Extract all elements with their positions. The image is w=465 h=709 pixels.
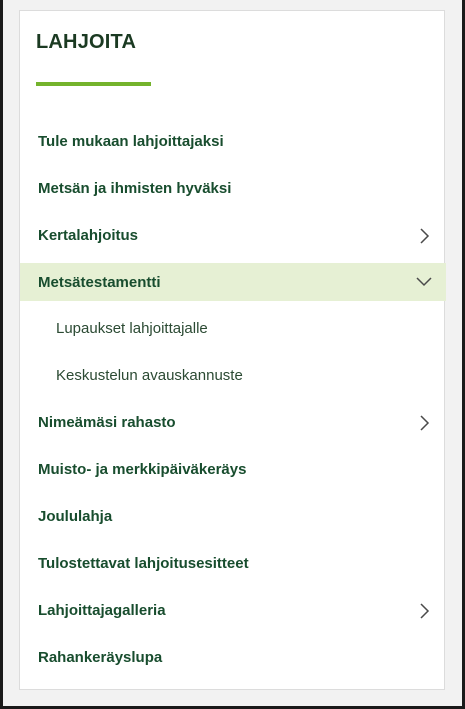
- chevron-right-icon[interactable]: [414, 601, 434, 621]
- sidebar-item-label: Muisto- ja merkkipäiväkeräys: [38, 461, 247, 478]
- chevron-right-icon[interactable]: [414, 226, 434, 246]
- sidebar-subitem-keskustelun[interactable]: Keskustelun avauskannuste: [20, 352, 446, 399]
- sidebar-item-label: Joululahja: [38, 508, 113, 525]
- sidebar-item-lahjoittajagalleria[interactable]: Lahjoittajagalleria: [20, 587, 446, 634]
- title-underline: [36, 82, 151, 86]
- sidebar-item-tule-mukaan[interactable]: Tule mukaan lahjoittajaksi: [20, 118, 446, 165]
- sidebar-item-joululahja[interactable]: Joululahja: [20, 493, 446, 540]
- sidebar-item-metsan-ja-ihmisten[interactable]: Metsän ja ihmisten hyväksi: [20, 165, 446, 212]
- chevron-right-icon[interactable]: [414, 413, 434, 433]
- sidebar-item-kertalahjoitus[interactable]: Kertalahjoitus: [20, 212, 446, 259]
- sidebar-item-label: Lahjoittajagalleria: [38, 602, 166, 619]
- sidebar-item-rahankerayslupa[interactable]: Rahankeräyslupa: [20, 634, 446, 681]
- sidebar-item-tulostettavat[interactable]: Tulostettavat lahjoitusesitteet: [20, 540, 446, 587]
- sidebar-item-nimeamasi-rahasto[interactable]: Nimeämäsi rahasto: [20, 399, 446, 446]
- sidebar-subitem-lupaukset[interactable]: Lupaukset lahjoittajalle: [20, 305, 446, 352]
- sidebar-item-label: Keskustelun avauskannuste: [56, 367, 243, 384]
- sidebar-item-muisto-ja-merkkipaiva[interactable]: Muisto- ja merkkipäiväkeräys: [20, 446, 446, 493]
- sidebar-title: LAHJOITA: [36, 31, 137, 53]
- sidebar-item-metsatestamentti[interactable]: Metsätestamentti: [20, 263, 446, 301]
- chevron-down-icon[interactable]: [414, 272, 434, 292]
- sidebar-item-label: Nimeämäsi rahasto: [38, 414, 176, 431]
- sidebar-item-label: Tule mukaan lahjoittajaksi: [38, 133, 224, 150]
- sidebar-panel: LAHJOITA Tule mukaan lahjoittajaksi Mets…: [19, 10, 446, 690]
- sidebar-item-label: Rahankeräyslupa: [38, 649, 163, 666]
- sidebar-item-label: Metsän ja ihmisten hyväksi: [38, 180, 232, 197]
- sidebar-item-label: Tulostettavat lahjoitusesitteet: [38, 555, 249, 572]
- sidebar-item-label: Lupaukset lahjoittajalle: [56, 320, 208, 337]
- sidebar-item-label: Metsätestamentti: [38, 273, 161, 291]
- sidebar-item-label: Kertalahjoitus: [38, 227, 139, 244]
- sidebar-nav: Tule mukaan lahjoittajaksi Metsän ja ihm…: [20, 118, 446, 681]
